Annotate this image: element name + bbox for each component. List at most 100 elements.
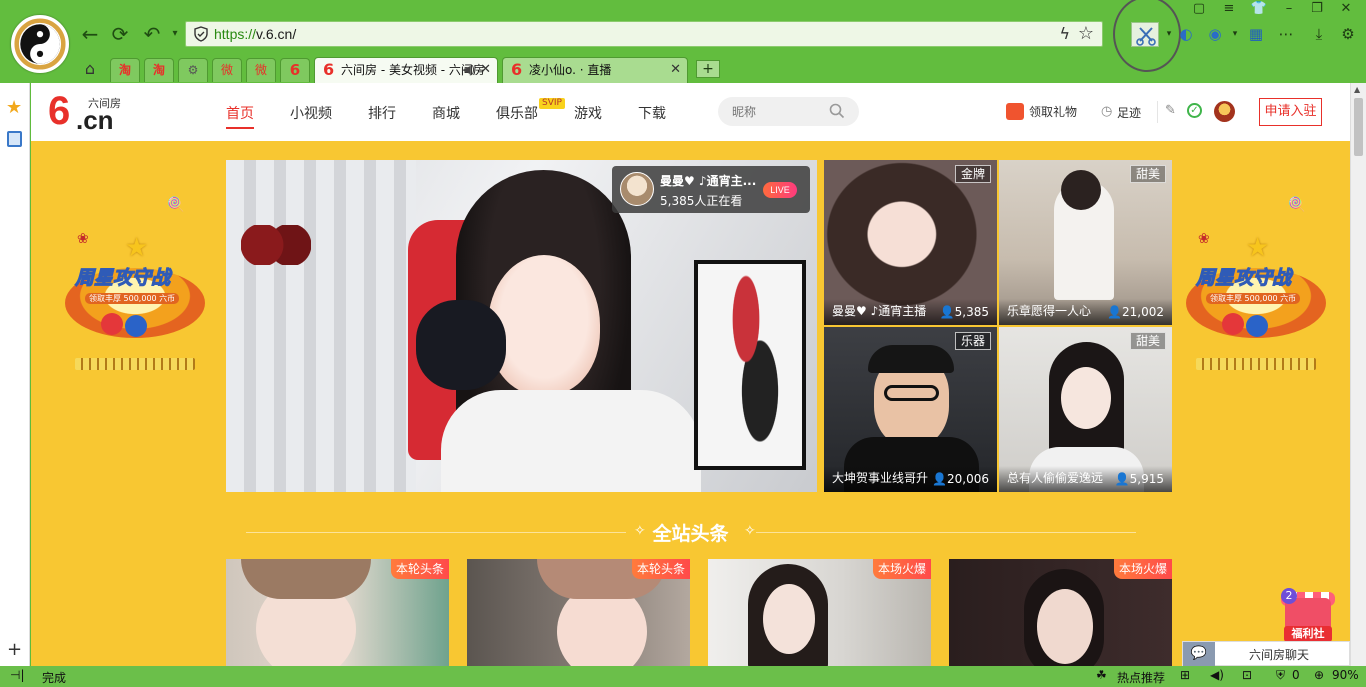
settings-icon[interactable]: ⚙ xyxy=(1338,24,1358,44)
favorites-star-icon[interactable]: ★ xyxy=(6,97,22,118)
undo-dropdown-icon[interactable]: ▾ xyxy=(163,22,187,46)
zoom-icon[interactable]: ⊕ xyxy=(1314,668,1324,682)
red-glove-icon xyxy=(101,313,123,335)
tab-mini-6cn[interactable]: 6 xyxy=(280,58,310,82)
welfare-count-badge: 2 xyxy=(1281,588,1297,604)
lightning-icon[interactable]: ϟ xyxy=(1059,24,1070,43)
nav-download[interactable]: 下载 xyxy=(638,103,666,123)
sound-icon[interactable]: ◀) xyxy=(1210,668,1224,682)
add-sidebar-icon[interactable]: + xyxy=(7,639,22,660)
search-icon[interactable] xyxy=(828,102,846,120)
messenger-dropdown-icon[interactable]: ▾ xyxy=(1225,24,1245,44)
edit-icon[interactable]: ✎ xyxy=(1165,103,1176,118)
lollipop-icon: 🍭 xyxy=(167,197,185,213)
headline-card[interactable]: 本轮头条 xyxy=(226,559,449,666)
6cn-favicon-icon: 6 xyxy=(323,60,335,79)
undo-icon[interactable]: ↶ xyxy=(140,22,164,46)
bookmark-star-icon[interactable]: ☆ xyxy=(1078,23,1094,44)
nav-ranking[interactable]: 排行 xyxy=(368,103,396,123)
stream-thumb[interactable]: 乐器 大坤贺事业线哥升 👤20,006 xyxy=(824,327,997,492)
window-square-icon[interactable]: ▢ xyxy=(1188,0,1210,18)
tab-active-6cn[interactable]: 6 六间房 - 美女视频 - 六间房 ◀) ✕ xyxy=(314,57,498,83)
thumb-name: 乐章愿得一人心 xyxy=(1007,304,1092,318)
nav-short-video[interactable]: 小视频 xyxy=(290,103,332,123)
stream-thumb[interactable]: 甜美 乐章愿得一人心 👤21,002 xyxy=(999,160,1172,325)
download-icon[interactable]: ⤓ xyxy=(1309,24,1329,44)
nav-club[interactable]: 俱乐部 xyxy=(496,103,538,123)
calculator-icon[interactable]: ▦ xyxy=(1246,24,1266,44)
chat-bar[interactable]: 💬 六间房聊天 xyxy=(1182,641,1350,666)
rose-icon: ❀ xyxy=(1198,231,1210,247)
banner-subtitle: 领取丰厚 500,000 六币 xyxy=(85,293,180,304)
nav-home[interactable]: 首页 xyxy=(226,103,254,129)
minimize-icon[interactable]: – xyxy=(1278,0,1300,18)
address-bar[interactable]: https://v.6.cn/ ϟ ☆ xyxy=(185,21,1103,47)
menu-icon[interactable]: ≡ xyxy=(1218,0,1240,18)
sidebar-toggle-icon[interactable]: ⊣| xyxy=(10,668,25,682)
host-avatar xyxy=(620,172,654,206)
network-icon[interactable]: ⊞ xyxy=(1180,668,1190,682)
welfare-club-widget[interactable]: 2 福利社 xyxy=(1281,588,1335,646)
person-icon: 👤 xyxy=(1107,305,1122,319)
user-avatar[interactable] xyxy=(1214,101,1235,122)
logo-six: 6 xyxy=(48,89,71,133)
red-glove-icon xyxy=(1222,313,1244,335)
footprint-link[interactable]: 足迹 xyxy=(1117,104,1141,121)
address-url[interactable]: https://v.6.cn/ xyxy=(214,26,296,42)
shield-status-icon[interactable]: ⛨ xyxy=(1276,668,1285,683)
stream-thumb[interactable]: 甜美 总有人偷偷爱逸远 👤5,915 xyxy=(999,327,1172,492)
home-icon[interactable]: ⌂ xyxy=(75,58,105,82)
browser-ext-icon[interactable]: ◐ xyxy=(1176,24,1196,44)
more-icon[interactable]: ⋯ xyxy=(1276,24,1296,44)
headline-card[interactable]: 本场火爆 xyxy=(708,559,931,666)
skin-shirt-icon[interactable]: 👕 xyxy=(1248,0,1270,18)
close-window-icon[interactable]: ✕ xyxy=(1335,0,1357,18)
tab-mini-weibo-1[interactable]: 微 xyxy=(212,58,242,82)
weekly-star-banner-left[interactable]: 🍭 ❀ ★ 周星攻守战 领取丰厚 500,000 六币 xyxy=(45,197,215,383)
nav-games[interactable]: 游戏 xyxy=(574,103,602,123)
thumb-count-value: 21,002 xyxy=(1122,305,1164,319)
scrollbar-thumb[interactable] xyxy=(1354,98,1363,156)
headline-card[interactable]: 本轮头条 xyxy=(467,559,690,666)
zoom-level[interactable]: 90% xyxy=(1332,668,1359,682)
tab-mini-settings[interactable]: ⚙ xyxy=(178,58,208,82)
ring-rail xyxy=(75,358,195,370)
gift-icon[interactable] xyxy=(1006,103,1024,120)
page-scrollbar[interactable]: ▲ xyxy=(1350,83,1366,666)
tab-liangxiaoxian[interactable]: 6 凌小仙o. · 直播 ✕ xyxy=(502,57,688,83)
blue-glove-icon xyxy=(125,315,147,337)
check-icon[interactable]: ✓ xyxy=(1187,103,1202,118)
new-tab-button[interactable]: + xyxy=(696,60,720,78)
tab-mini-taobao-1[interactable]: 淘 xyxy=(110,58,140,82)
hot-recommend-link[interactable]: 热点推荐 xyxy=(1117,669,1165,686)
nav-mall[interactable]: 商城 xyxy=(432,103,460,123)
live-host-card[interactable]: 曼曼♥ ♪通宵主... 5,385人正在看 LIVE xyxy=(612,166,810,213)
close-tab-icon[interactable]: ✕ xyxy=(480,58,491,82)
refresh-icon[interactable]: ⟳ xyxy=(108,22,132,46)
claim-gift-link[interactable]: 领取礼物 xyxy=(1029,103,1077,120)
logo-name: 六间房 xyxy=(88,97,121,110)
tab-mini-taobao-2[interactable]: 淘 xyxy=(144,58,174,82)
thumb-name: 大坤贺事业线哥升 xyxy=(832,471,929,485)
banner-title: 周星攻守战 xyxy=(1195,267,1292,290)
stream-thumb[interactable]: 金牌 曼曼♥ ♪通宵主播 👤5,385 xyxy=(824,160,997,325)
star-icon: ★ xyxy=(125,233,149,263)
scroll-up-icon[interactable]: ▲ xyxy=(1354,85,1360,94)
restore-icon[interactable]: ❐ xyxy=(1306,0,1328,18)
thumb-count: 👤5,385 xyxy=(940,305,989,319)
thumb-figure-glasses xyxy=(884,385,939,401)
blue-glove-icon xyxy=(1246,315,1268,337)
weekly-star-banner-right[interactable]: 🍭 ❀ ★ 周星攻守战 领取丰厚 500,000 六币 xyxy=(1166,197,1336,383)
site-logo[interactable]: 6 .cn 六间房 xyxy=(48,89,132,135)
reading-doc-icon[interactable] xyxy=(7,131,22,147)
tab-mini-weibo-2[interactable]: 微 xyxy=(246,58,276,82)
speaker-icon[interactable]: ◀) xyxy=(462,58,475,82)
browser-toolbar: ← ⟳ ↶ ▾ https://v.6.cn/ ϟ ☆ ▾ ◐ ◉ ▾ ▦ ⋯ … xyxy=(0,0,1366,83)
headline-card[interactable]: 本场火爆 xyxy=(949,559,1172,666)
apply-join-button[interactable]: 申请入驻 xyxy=(1259,98,1322,126)
back-arrow-icon[interactable]: ← xyxy=(78,22,102,46)
close-tab-icon[interactable]: ✕ xyxy=(670,58,681,82)
thumb-figure-head xyxy=(1061,170,1101,210)
briefcase-icon[interactable]: ⊡ xyxy=(1242,668,1252,682)
messenger-icon[interactable]: ◉ xyxy=(1205,24,1225,44)
